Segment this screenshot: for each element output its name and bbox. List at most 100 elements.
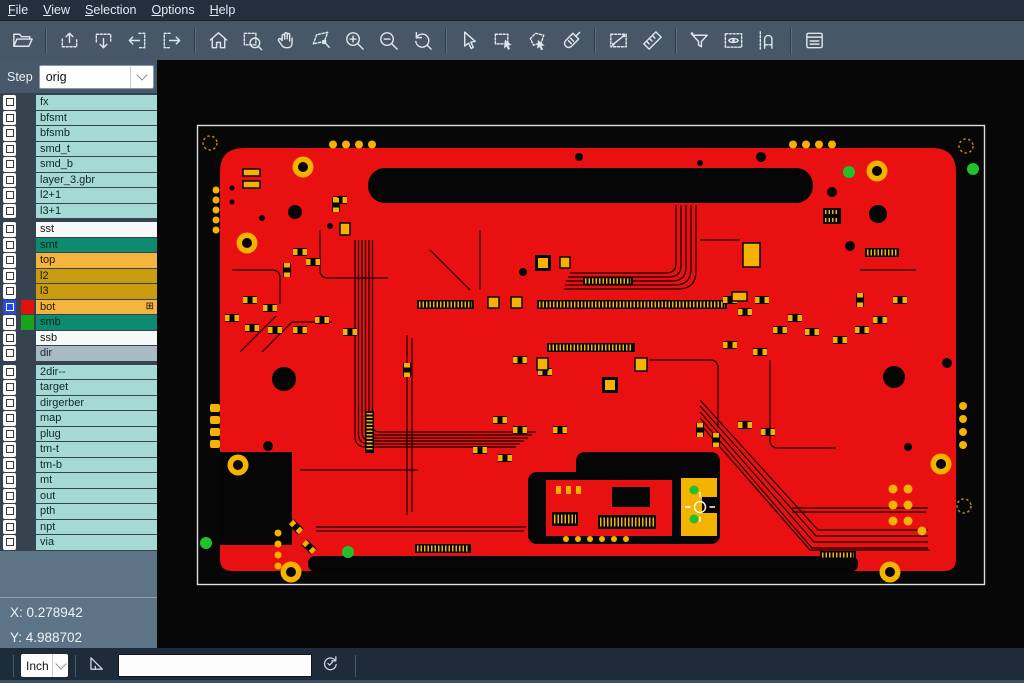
angle-mode-icon[interactable] [87,653,108,679]
layer-row-2dir--[interactable]: 2dir-- [0,365,157,380]
layer-color-chip[interactable] [21,284,34,299]
layer-color-chip[interactable] [21,238,34,253]
layer-label[interactable]: l2 [36,269,157,284]
layer-row-ssb[interactable]: ssb [0,331,157,346]
layer-color-chip[interactable] [21,504,34,519]
layer-visibility-checkbox[interactable] [3,238,16,253]
layer-row-l2+1[interactable]: l2+1 [0,188,157,203]
pcb-canvas[interactable] [157,60,1024,648]
layer-color-chip[interactable] [21,535,34,550]
menu-options[interactable]: Options [151,3,194,17]
layer-visibility-checkbox[interactable] [3,331,16,346]
layer-color-chip[interactable] [21,346,34,361]
import-right-icon[interactable] [156,25,187,57]
layer-visibility-checkbox[interactable] [3,411,16,426]
layer-color-chip[interactable] [21,315,34,330]
layer-row-npt[interactable]: npt [0,520,157,535]
layer-row-pth[interactable]: pth [0,504,157,519]
zoom-previous-icon[interactable] [407,25,438,57]
layer-label[interactable]: smb [36,315,157,330]
layer-color-chip[interactable] [21,253,34,268]
layer-visibility-checkbox[interactable] [3,489,16,504]
layer-row-via[interactable]: via [0,535,157,550]
layer-visibility-checkbox[interactable] [3,284,16,299]
layer-panel-icon[interactable] [799,25,830,57]
layer-color-chip[interactable] [21,204,34,219]
layer-label[interactable]: l3 [36,284,157,299]
layer-label[interactable]: tm-t [36,442,157,457]
layer-visibility-checkbox[interactable] [3,253,16,268]
layer-label[interactable]: pth [36,504,157,519]
step-select[interactable]: orig [39,65,154,89]
layer-visibility-checkbox[interactable] [3,442,16,457]
select-rectangle-icon[interactable] [488,25,519,57]
layer-label[interactable]: l2+1 [36,188,157,203]
layer-label[interactable]: dir [36,346,157,361]
open-folder-icon[interactable] [7,25,38,57]
layer-color-chip[interactable] [21,365,34,380]
layer-visibility-checkbox[interactable] [3,204,16,219]
layer-color-chip[interactable] [21,411,34,426]
layer-color-chip[interactable] [21,473,34,488]
menu-file[interactable]: File [8,3,28,17]
layer-row-l2[interactable]: l2 [0,269,157,284]
import-bottom-icon[interactable] [88,25,119,57]
layer-color-chip[interactable] [21,111,34,126]
layer-label[interactable]: smd_b [36,157,157,172]
layer-color-chip[interactable] [21,173,34,188]
layer-color-chip[interactable] [21,269,34,284]
layer-label[interactable]: fx [36,95,157,110]
zoom-drag-icon[interactable] [305,25,336,57]
layer-visibility-checkbox[interactable] [3,95,16,110]
layer-label[interactable]: bot⊞ [36,300,157,315]
layer-label[interactable]: top [36,253,157,268]
layer-visibility-checkbox[interactable] [3,380,16,395]
filter-icon[interactable] [684,25,715,57]
layer-row-tm-b[interactable]: tm-b [0,458,157,473]
layer-row-smb[interactable]: smb [0,315,157,330]
layer-color-chip[interactable] [21,458,34,473]
layer-row-bfsmb[interactable]: bfsmb [0,126,157,141]
layer-visibility-checkbox[interactable] [3,504,16,519]
layer-label[interactable]: dirgerber [36,396,157,411]
layer-label[interactable]: mt [36,473,157,488]
pan-hand-icon[interactable] [271,25,302,57]
layer-row-map[interactable]: map [0,411,157,426]
layer-label[interactable]: map [36,411,157,426]
layer-color-chip[interactable] [21,188,34,203]
layer-color-chip[interactable] [21,331,34,346]
layer-row-bfsmt[interactable]: bfsmt [0,111,157,126]
layer-color-chip[interactable] [21,442,34,457]
zoom-out-icon[interactable] [373,25,404,57]
snap-icon[interactable] [752,25,783,57]
layer-row-sst[interactable]: sst [0,222,157,237]
select-pointer-icon[interactable] [454,25,485,57]
import-left-icon[interactable] [122,25,153,57]
layer-row-top[interactable]: top [0,253,157,268]
ruler-icon[interactable] [637,25,668,57]
chevron-down-icon[interactable] [130,66,153,88]
layer-label[interactable]: bfsmb [36,126,157,141]
command-input[interactable] [118,654,312,677]
layer-row-target[interactable]: target [0,380,157,395]
layer-row-l3[interactable]: l3 [0,284,157,299]
zoom-window-icon[interactable] [237,25,268,57]
layer-row-tm-t[interactable]: tm-t [0,442,157,457]
layer-row-smd_t[interactable]: smd_t [0,142,157,157]
clear-brush-icon[interactable] [556,25,587,57]
chevron-down-icon[interactable] [52,654,68,677]
layer-label[interactable]: target [36,380,157,395]
layer-visibility-checkbox[interactable] [3,535,16,550]
layer-label[interactable]: l3+1 [36,204,157,219]
layer-visibility-checkbox[interactable] [3,346,16,361]
layer-label[interactable]: sst [36,222,157,237]
layer-visibility-checkbox[interactable] [3,173,16,188]
layer-visibility-checkbox[interactable] [3,315,16,330]
layer-visibility-checkbox[interactable] [3,269,16,284]
layer-row-smd_b[interactable]: smd_b [0,157,157,172]
layer-visibility-checkbox[interactable] [3,142,16,157]
layer-color-chip[interactable] [21,300,34,315]
layer-visibility-checkbox[interactable] [3,520,16,535]
layer-label[interactable]: ssb [36,331,157,346]
layer-row-mt[interactable]: mt [0,473,157,488]
